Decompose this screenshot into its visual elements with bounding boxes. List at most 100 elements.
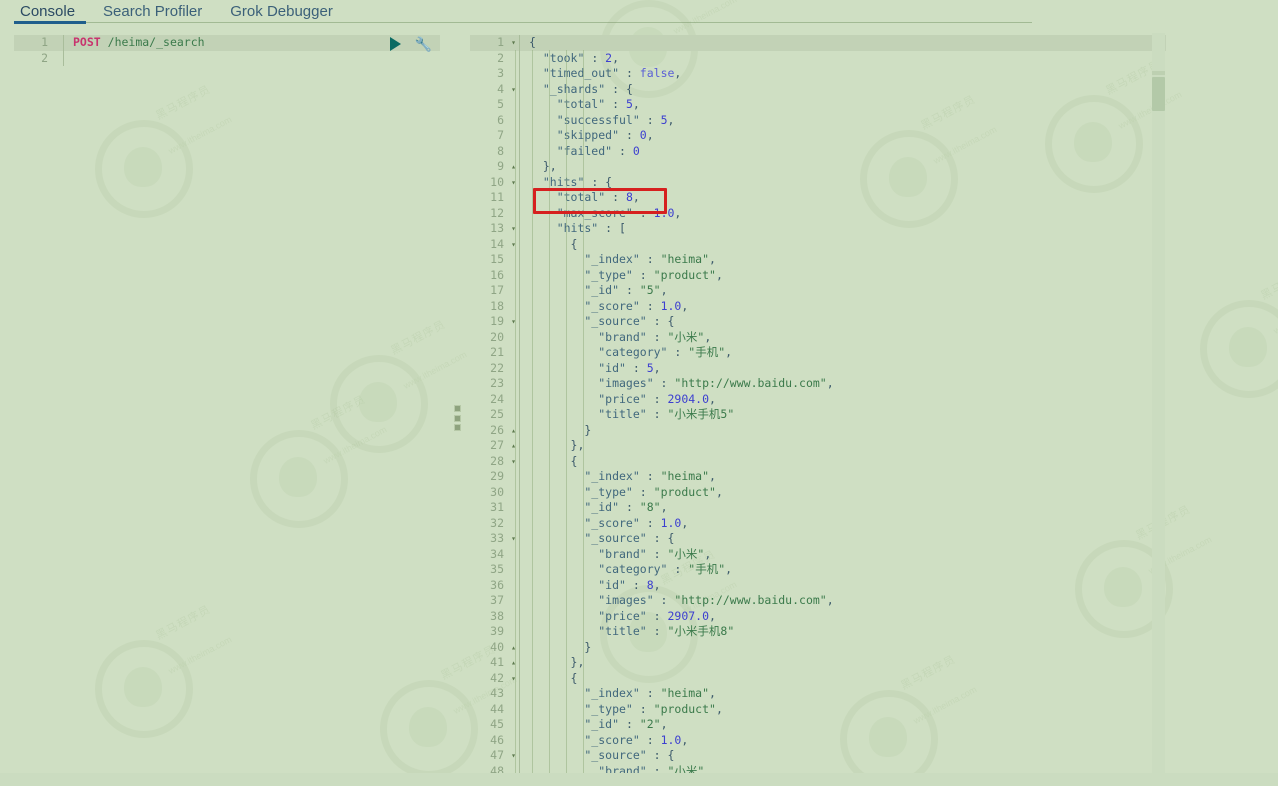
code-line[interactable]: 7 "skipped" : 0, bbox=[470, 128, 1166, 144]
fold-toggle-icon bbox=[508, 190, 519, 206]
fold-toggle-icon bbox=[508, 547, 519, 563]
code-text: "_source" : { bbox=[519, 531, 1166, 547]
code-line[interactable]: 19 ▾ "_source" : { bbox=[470, 314, 1166, 330]
fold-toggle-icon[interactable]: ▴ bbox=[508, 159, 519, 175]
tab-grok-debugger[interactable]: Grok Debugger bbox=[224, 3, 355, 22]
fold-toggle-icon[interactable]: ▾ bbox=[508, 454, 519, 470]
fold-toggle-icon[interactable]: ▾ bbox=[508, 175, 519, 191]
scrollbar-thumb[interactable] bbox=[1152, 77, 1165, 111]
fold-toggle-icon[interactable]: ▾ bbox=[508, 671, 519, 687]
code-line[interactable]: 29 "_index" : "heima", bbox=[470, 469, 1166, 485]
play-icon[interactable] bbox=[389, 37, 401, 51]
fold-toggle-icon[interactable]: ▾ bbox=[508, 531, 519, 547]
code-line[interactable]: 14 ▾ { bbox=[470, 236, 1166, 253]
fold-toggle-icon bbox=[508, 593, 519, 609]
code-line[interactable]: 28 ▾ { bbox=[470, 453, 1166, 470]
code-line[interactable]: 2 "took" : 2, bbox=[470, 50, 1166, 66]
code-line[interactable]: 6 "successful" : 5, bbox=[470, 112, 1166, 128]
request-code-lines[interactable]: 1 POST /heima/_search 2 bbox=[14, 35, 440, 66]
code-line[interactable]: 46 "_score" : 1.0, bbox=[470, 732, 1166, 748]
fold-toggle-icon bbox=[508, 361, 519, 377]
code-line[interactable]: 1 POST /heima/_search bbox=[14, 35, 440, 51]
fold-toggle-icon[interactable]: ▾ bbox=[508, 35, 519, 51]
response-viewer-pane[interactable]: 1 ▾{2 "took" : 2, 3 "timed_out" : false, 4 ▾… bbox=[470, 35, 1166, 779]
code-text: "skipped" : 0, bbox=[519, 128, 1166, 144]
code-line[interactable]: 18 "_score" : 1.0, bbox=[470, 298, 1166, 314]
code-line[interactable]: 23 "images" : "http://www.baidu.com", bbox=[470, 376, 1166, 392]
code-line[interactable]: 39 "title" : "小米手机8" bbox=[470, 624, 1166, 640]
code-line[interactable]: 8 "failed" : 0 bbox=[470, 143, 1166, 159]
pane-splitter-handle[interactable] bbox=[453, 405, 461, 431]
fold-toggle-icon[interactable]: ▴ bbox=[508, 423, 519, 439]
code-line[interactable]: 3 "timed_out" : false, bbox=[470, 66, 1166, 82]
line-number: 41 bbox=[490, 655, 504, 669]
fold-toggle-icon[interactable]: ▴ bbox=[508, 438, 519, 454]
fold-toggle-icon[interactable]: ▾ bbox=[508, 314, 519, 330]
code-line[interactable]: 42 ▾ { bbox=[470, 670, 1166, 687]
code-line[interactable]: 16 "_type" : "product", bbox=[470, 267, 1166, 283]
code-line[interactable]: 2 bbox=[14, 50, 440, 67]
wrench-icon[interactable]: 🔧 bbox=[415, 37, 432, 51]
code-text bbox=[63, 50, 440, 66]
code-line[interactable]: 45 "_id" : "2", bbox=[470, 717, 1166, 733]
code-line[interactable]: 31 "_id" : "8", bbox=[470, 500, 1166, 516]
code-text: "images" : "http://www.baidu.com", bbox=[519, 593, 1166, 609]
code-line[interactable]: 9 ▴ }, bbox=[470, 159, 1166, 175]
tab-console[interactable]: Console bbox=[14, 3, 97, 22]
code-line[interactable]: 20 "brand" : "小米", bbox=[470, 329, 1166, 345]
tab-list: Console Search Profiler Grok Debugger bbox=[0, 0, 1278, 22]
code-line[interactable]: 38 "price" : 2907.0, bbox=[470, 608, 1166, 624]
code-text: "successful" : 5, bbox=[519, 112, 1166, 128]
code-line[interactable]: 5 "total" : 5, bbox=[470, 97, 1166, 113]
response-vertical-scrollbar[interactable] bbox=[1152, 33, 1165, 773]
response-code-lines[interactable]: 1 ▾{2 "took" : 2, 3 "timed_out" : false, 4 ▾… bbox=[470, 35, 1166, 779]
fold-toggle-icon[interactable]: ▾ bbox=[508, 237, 519, 253]
code-line[interactable]: 41 ▴ }, bbox=[470, 655, 1166, 671]
fold-toggle-icon[interactable]: ▴ bbox=[508, 640, 519, 656]
code-line[interactable]: 4 ▾ "_shards" : { bbox=[470, 81, 1166, 98]
code-line[interactable]: 36 "id" : 8, bbox=[470, 577, 1166, 593]
scrollbar-track-top bbox=[1152, 71, 1165, 75]
code-line[interactable]: 11 "total" : 8, bbox=[470, 190, 1166, 206]
line-number: 1 bbox=[41, 35, 48, 49]
code-line[interactable]: 37 "images" : "http://www.baidu.com", bbox=[470, 593, 1166, 609]
code-line[interactable]: 43 "_index" : "heima", bbox=[470, 686, 1166, 702]
fold-toggle-icon[interactable]: ▾ bbox=[508, 221, 519, 237]
code-line[interactable]: 25 "title" : "小米手机5" bbox=[470, 407, 1166, 423]
code-line[interactable]: 27 ▴ }, bbox=[470, 438, 1166, 454]
code-line[interactable]: 32 "_score" : 1.0, bbox=[470, 515, 1166, 531]
grip-dot bbox=[453, 405, 461, 412]
code-line[interactable]: 24 "price" : 2904.0, bbox=[470, 391, 1166, 407]
code-line[interactable]: 21 "category" : "手机", bbox=[470, 345, 1166, 361]
code-line[interactable]: 1 ▾{ bbox=[470, 35, 1166, 51]
code-line[interactable]: 17 "_id" : "5", bbox=[470, 283, 1166, 299]
request-editor-pane[interactable]: 🔧 1 POST /heima/_search 2 bbox=[14, 35, 440, 773]
code-line[interactable]: 47 ▾ "_source" : { bbox=[470, 748, 1166, 764]
line-number: 14 bbox=[490, 236, 504, 251]
code-line[interactable]: 35 "category" : "手机", bbox=[470, 562, 1166, 578]
fold-toggle-icon[interactable]: ▾ bbox=[508, 748, 519, 764]
code-line[interactable]: 40 ▴ } bbox=[470, 639, 1166, 656]
line-number: 4 bbox=[497, 81, 504, 96]
code-line[interactable]: 15 "_index" : "heima", bbox=[470, 252, 1166, 268]
fold-toggle-icon[interactable]: ▾ bbox=[508, 82, 519, 98]
code-line[interactable]: 34 "brand" : "小米", bbox=[470, 546, 1166, 563]
code-line[interactable]: 33 ▾ "_source" : { bbox=[470, 531, 1166, 547]
line-number: 18 bbox=[490, 298, 504, 313]
fold-toggle-icon bbox=[52, 51, 63, 67]
code-line[interactable]: 10 ▾ "hits" : { bbox=[470, 174, 1166, 191]
code-line[interactable]: 22 "id" : 5, bbox=[470, 360, 1166, 377]
line-number: 8 bbox=[497, 143, 504, 158]
code-line[interactable]: 30 "_type" : "product", bbox=[470, 484, 1166, 500]
fold-toggle-icon bbox=[508, 562, 519, 578]
tab-search-profiler[interactable]: Search Profiler bbox=[97, 3, 224, 22]
fold-toggle-icon bbox=[508, 206, 519, 222]
code-line[interactable]: 44 "_type" : "product", bbox=[470, 701, 1166, 717]
fold-toggle-icon[interactable]: ▴ bbox=[508, 655, 519, 671]
bottom-scrollbar[interactable] bbox=[0, 773, 1278, 786]
line-number: 31 bbox=[490, 500, 504, 514]
code-line[interactable]: 13 ▾ "hits" : [ bbox=[470, 221, 1166, 237]
code-line[interactable]: 12 "max_score" : 1.0, bbox=[470, 205, 1166, 222]
code-line[interactable]: 26 ▴ } bbox=[470, 422, 1166, 439]
fold-toggle-icon bbox=[508, 686, 519, 702]
